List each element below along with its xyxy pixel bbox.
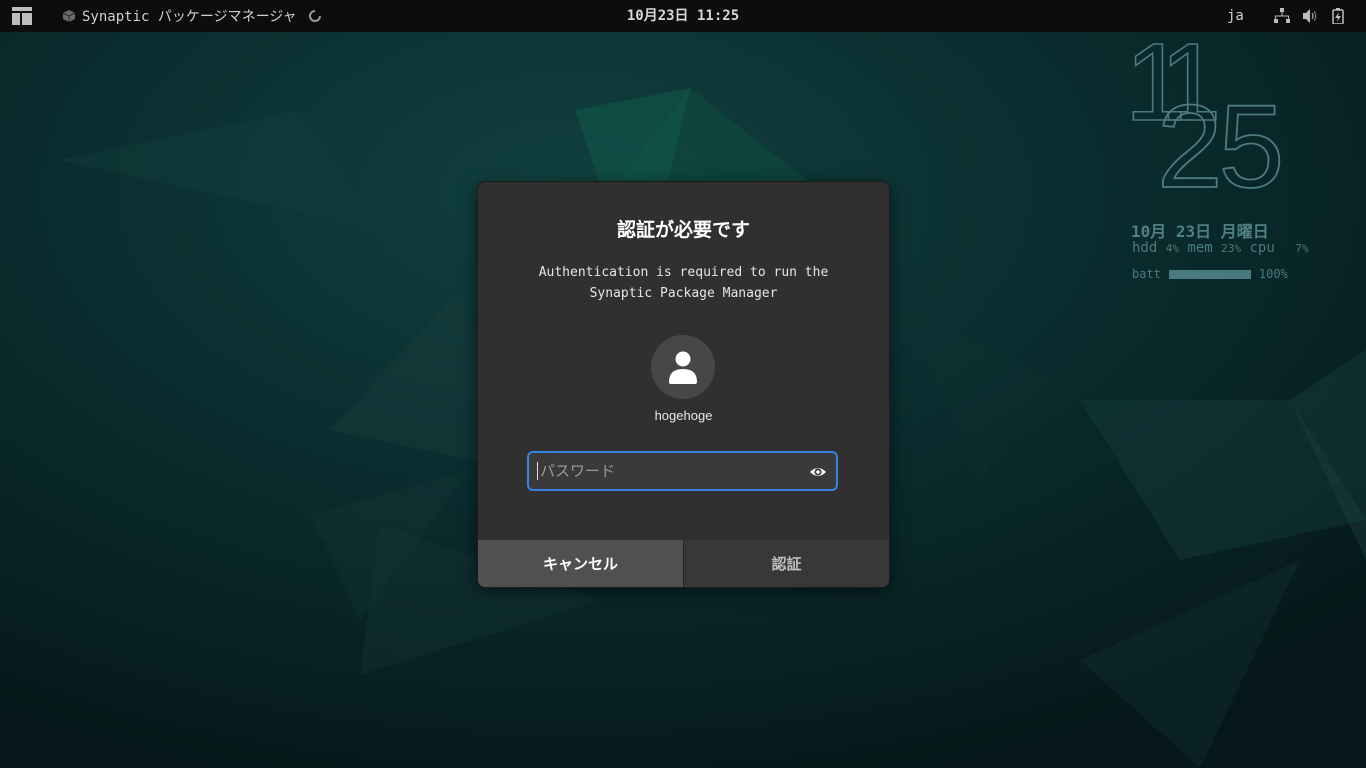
- package-icon: [62, 10, 76, 22]
- user-icon: [669, 351, 697, 384]
- battery-icon: [1332, 8, 1344, 24]
- conky-batt-label: batt: [1132, 267, 1161, 281]
- app-menu-label: Synaptic パッケージマネージャ: [82, 9, 297, 25]
- conky-minutes: 25: [1156, 81, 1285, 213]
- authentication-dialog: 認証が必要です Authentication is required to ru…: [477, 181, 890, 588]
- conky-mem-value: 23%: [1221, 242, 1242, 255]
- conky-batt-value: 100%: [1258, 267, 1288, 281]
- conky-widget: 11 25 10月 23日 月曜日 hdd 4% mem 23% cpu 7% …: [1124, 27, 1365, 300]
- activities-icon[interactable]: [12, 7, 32, 25]
- password-field[interactable]: [527, 451, 838, 491]
- cancel-button[interactable]: キャンセル: [478, 540, 684, 587]
- conky-mem-label: mem: [1187, 240, 1213, 256]
- dialog-message: Authentication is required to run the Sy…: [538, 265, 829, 301]
- password-input[interactable]: [537, 462, 800, 480]
- conky-cpu-value: 7%: [1295, 242, 1309, 255]
- clock[interactable]: 10月23日 11:25: [627, 8, 739, 24]
- authenticate-button[interactable]: 認証: [684, 540, 889, 587]
- network-icon: [1274, 8, 1290, 23]
- input-language-indicator[interactable]: ja: [1227, 0, 1244, 32]
- loading-spinner-icon: [308, 10, 321, 22]
- conky-hdd-label: hdd: [1132, 240, 1158, 256]
- conky-stats: hdd 4% mem 23% cpu 7%: [1132, 240, 1308, 256]
- dialog-buttons: キャンセル 認証: [478, 540, 889, 587]
- battery-level-bar: [1168, 269, 1251, 279]
- conky-date: 10月 23日 月曜日: [1131, 222, 1269, 241]
- show-password-icon[interactable]: [809, 463, 827, 481]
- avatar: [651, 335, 715, 399]
- conky-cpu-label: cpu: [1249, 240, 1275, 256]
- volume-icon: [1303, 9, 1317, 23]
- conky-battery: batt 100%: [1132, 267, 1288, 281]
- username: hogehoge: [654, 408, 713, 423]
- dialog-title: 認証が必要です: [616, 219, 750, 241]
- app-menu[interactable]: Synaptic パッケージマネージャ: [62, 0, 321, 32]
- system-tray[interactable]: [1274, 8, 1346, 24]
- conky-hdd-value: 4%: [1165, 242, 1179, 255]
- battery-level-fill: [1168, 269, 1251, 279]
